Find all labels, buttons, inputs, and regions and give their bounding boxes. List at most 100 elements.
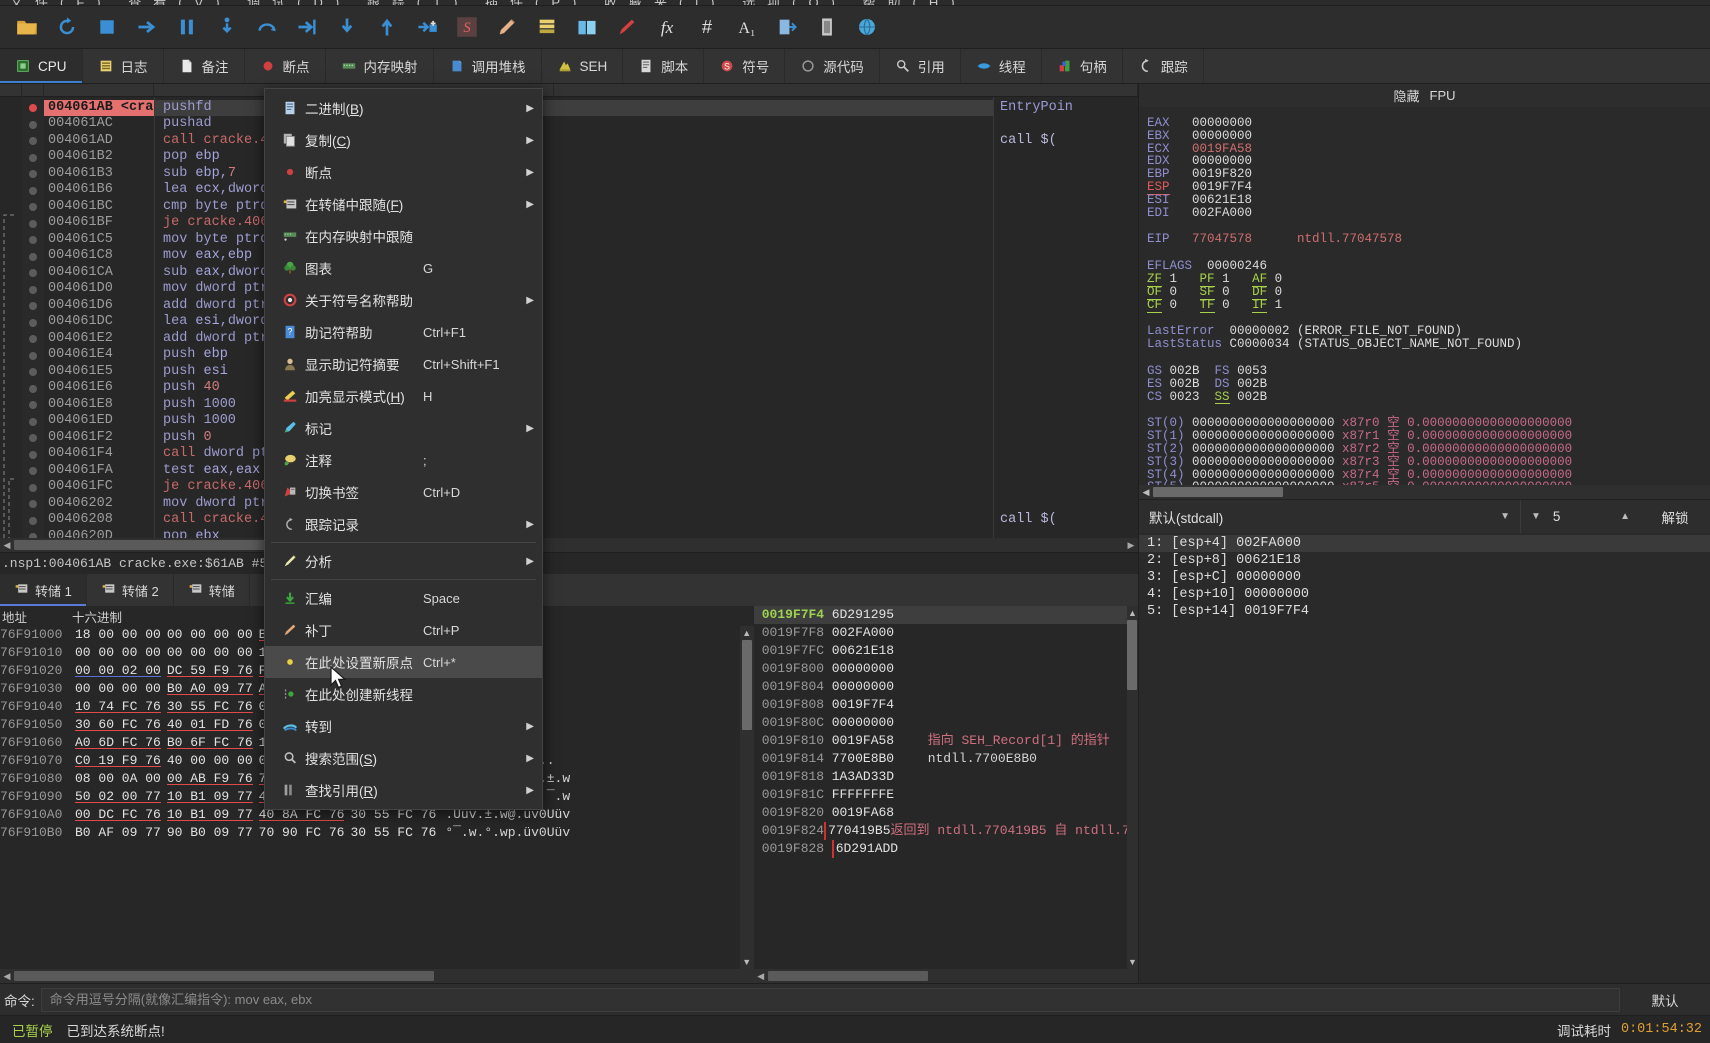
disassembly-comment[interactable] xyxy=(994,298,1138,315)
breakpoint-toggle[interactable] xyxy=(22,199,44,216)
breakpoint-icon[interactable] xyxy=(608,8,646,46)
globe-icon[interactable] xyxy=(848,8,886,46)
call-convention-select[interactable]: 默认(stdcall) ▼ xyxy=(1139,500,1520,533)
notes-icon[interactable] xyxy=(568,8,606,46)
tab-断点[interactable]: 断点 xyxy=(245,49,326,83)
menu-item-在此处设置新原点[interactable]: 在此处设置新原点 Ctrl+* xyxy=(265,646,542,678)
breakpoint-toggle[interactable] xyxy=(22,529,44,538)
disassembly-address[interactable]: 004061AD xyxy=(44,133,154,150)
tab-引用[interactable]: 引用 xyxy=(880,49,961,83)
disassembly-comment[interactable] xyxy=(994,463,1138,480)
stack-rows[interactable]: 0019F7F4 6D291295 0019F7F8 002FA000 0019F7FC… xyxy=(753,606,1127,969)
scylla-icon[interactable]: S xyxy=(448,8,486,46)
stack-row[interactable]: 0019F814 7700E8B0 ntdll.7700E8B0 xyxy=(754,750,1127,768)
menu-item-汇编[interactable]: 汇编 Space xyxy=(265,582,542,614)
breakpoint-toggle[interactable] xyxy=(22,413,44,430)
flag-row[interactable]: ZF 1 PF 1 AF 0 xyxy=(1147,271,1710,287)
menu-item-查找引用(R)[interactable]: 查找引用(R) ▶ xyxy=(265,774,542,806)
disassembly-comment[interactable] xyxy=(994,215,1138,232)
breakpoint-toggle[interactable] xyxy=(22,347,44,364)
flag-row[interactable]: CF 0 TF 0 IF 1 xyxy=(1147,297,1710,313)
breakpoint-toggle[interactable] xyxy=(22,512,44,529)
breakpoint-toggle[interactable] xyxy=(22,397,44,414)
breakpoint-toggle[interactable] xyxy=(22,496,44,513)
disassembly-comment[interactable] xyxy=(994,446,1138,463)
breakpoint-column[interactable] xyxy=(22,96,44,538)
disassembly-comment[interactable] xyxy=(994,199,1138,216)
breakpoint-toggle[interactable] xyxy=(22,314,44,331)
breakpoint-toggle[interactable] xyxy=(22,380,44,397)
stop-icon[interactable] xyxy=(88,8,126,46)
menu-item-二进制(B)[interactable]: 二进制(B) ▶ xyxy=(265,92,542,124)
restart-icon[interactable] xyxy=(48,8,86,46)
module-icon[interactable] xyxy=(768,8,806,46)
disassembly-address[interactable]: 004061DC xyxy=(44,314,154,331)
argument-row[interactable]: 3: [esp+C] 00000000 xyxy=(1139,569,1710,586)
menu-item-加亮显示模式(H)[interactable]: 加亮显示模式(H) H xyxy=(265,380,542,412)
register-EDI[interactable]: EDI 002FA000 xyxy=(1147,206,1710,220)
breakpoint-toggle[interactable] xyxy=(22,331,44,348)
register-ST(5)[interactable]: ST(5) 0000000000000000000 x87r5 空 0.0000… xyxy=(1147,481,1710,485)
disassembly-comment[interactable]: EntryPoin xyxy=(994,100,1138,117)
disassembly-address[interactable]: 004061E2 xyxy=(44,331,154,348)
menu-item-跟踪记录[interactable]: 跟踪记录 ▶ xyxy=(265,508,542,540)
stack-row[interactable]: 0019F7F8 002FA000 xyxy=(754,624,1127,642)
dump-tab-转储 2[interactable]: 转储 2 xyxy=(87,574,174,606)
disassembly-address[interactable]: 004061BF xyxy=(44,215,154,232)
argument-row[interactable]: 4: [esp+10] 00000000 xyxy=(1139,586,1710,603)
unlock-button[interactable]: 解锁 xyxy=(1640,507,1710,527)
tab-符号[interactable]: S 符号 xyxy=(704,49,786,83)
menu-item-注释[interactable]: 注释; xyxy=(265,444,542,476)
breakpoint-toggle[interactable] xyxy=(22,248,44,265)
disassembly-comment[interactable]: call $( xyxy=(994,133,1138,150)
disassembly-address[interactable]: 00406202 xyxy=(44,496,154,513)
tab-SEH[interactable]: SEH xyxy=(542,49,624,83)
run-icon[interactable] xyxy=(128,8,166,46)
stack-scroll-left-icon[interactable]: ◀ xyxy=(754,969,768,983)
breakpoint-toggle[interactable] xyxy=(22,133,44,150)
disassembly-address[interactable]: 0040620D xyxy=(44,529,154,538)
menu-item-标记[interactable]: 标记 ▶ xyxy=(265,412,542,444)
stack-row[interactable]: 0019F810 0019FA58 指向 SEH_Record[1] 的指针 xyxy=(754,732,1127,750)
register-LastStatus[interactable]: LastStatus C0000034 (STATUS_OBJECT_NAME_… xyxy=(1147,338,1710,351)
dump-tab-转储[interactable]: 转储 xyxy=(174,574,250,606)
dump-row[interactable]: 76F910B0 B0 AF 09 77 90 B0 09 77 70 90 FC 7… xyxy=(0,824,740,842)
disassembly-address[interactable]: 00406208 xyxy=(44,512,154,529)
disassembly-address[interactable]: 004061F2 xyxy=(44,430,154,447)
menu-item-在转储中跟随(F)[interactable]: 在转储中跟随(F) ▶ xyxy=(265,188,542,220)
menu-item-关于符号名称帮助[interactable]: 关于符号名称帮助 ▶ xyxy=(265,284,542,316)
menu-item-图表[interactable]: 图表 G xyxy=(265,252,542,284)
dump-vscrollbar[interactable]: ▲ ▼ xyxy=(739,626,754,969)
stack-row[interactable]: 0019F824 770419B5 返回到 ntdll.770419B5 自 ntd… xyxy=(754,822,1127,840)
tab-备注[interactable]: 备注 xyxy=(164,49,245,83)
hide-fpu-label[interactable]: 隐藏 xyxy=(1393,86,1419,105)
menu-item-转到[interactable]: 转到 ▶ xyxy=(265,710,542,742)
pause-icon[interactable] xyxy=(168,8,206,46)
disassembly-comment[interactable] xyxy=(994,479,1138,496)
breakpoint-toggle[interactable] xyxy=(22,116,44,133)
command-input[interactable]: 命令用逗号分隔(就像汇编指令): mov eax, ebx xyxy=(40,987,1620,1012)
disassembly-comment[interactable] xyxy=(994,281,1138,298)
disassembly-comment[interactable] xyxy=(994,331,1138,348)
breakpoint-toggle[interactable] xyxy=(22,446,44,463)
disassembly-comment[interactable] xyxy=(994,182,1138,199)
menu-item-显示助记符摘要[interactable]: 显示助记符摘要 Ctrl+Shift+F1 xyxy=(265,348,542,380)
register-values[interactable]: EAX 00000000 EBX 00000000 ECX 0019FA58 EDX … xyxy=(1139,107,1710,485)
scroll-up-icon[interactable]: ▲ xyxy=(742,626,751,640)
pencil-icon[interactable] xyxy=(488,8,526,46)
stack-row[interactable]: 0019F7FC 00621E18 xyxy=(754,642,1127,660)
stack-scroll-up-icon[interactable]: ▲ xyxy=(1128,606,1137,620)
disassembly-comment[interactable] xyxy=(994,116,1138,133)
menu-item-在此处创建新线程[interactable]: 在此处创建新线程 xyxy=(265,678,542,710)
disassembly-address[interactable]: 004061B3 xyxy=(44,166,154,183)
breakpoint-toggle[interactable] xyxy=(22,298,44,315)
run-to-icon[interactable] xyxy=(328,8,366,46)
memory-icon[interactable] xyxy=(808,8,846,46)
scroll-down-icon[interactable]: ▼ xyxy=(742,955,751,969)
disassembly-comment[interactable] xyxy=(994,413,1138,430)
tab-跟踪[interactable]: 跟踪 xyxy=(1123,49,1204,83)
tab-脚本[interactable]: 脚本 xyxy=(623,49,705,83)
argument-row[interactable]: 2: [esp+8] 00621E18 xyxy=(1139,552,1710,569)
hash-icon[interactable]: # xyxy=(688,8,726,46)
function-icon[interactable]: fx xyxy=(648,8,686,46)
